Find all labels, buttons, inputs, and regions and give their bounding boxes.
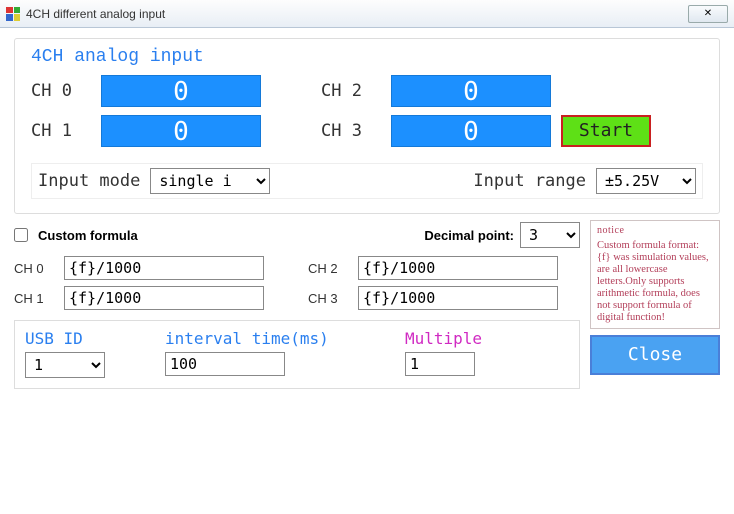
ch1-label: CH 1 bbox=[31, 121, 91, 141]
formula-ch2-label: CH 2 bbox=[308, 261, 350, 276]
formula-ch3-label: CH 3 bbox=[308, 291, 350, 306]
ch0-label: CH 0 bbox=[31, 81, 91, 101]
titlebar: 4CH different analog input ✕ bbox=[0, 0, 734, 28]
formula-ch1-label: CH 1 bbox=[14, 291, 56, 306]
decimal-point-label: Decimal point: bbox=[424, 228, 514, 243]
formula-ch0-input[interactable] bbox=[64, 256, 264, 280]
formula-ch0-label: CH 0 bbox=[14, 261, 56, 276]
group-title: 4CH analog input bbox=[31, 47, 703, 67]
ch2-label: CH 2 bbox=[321, 81, 381, 101]
interval-label: interval time(ms) bbox=[165, 329, 385, 348]
ch0-display: 0 bbox=[101, 75, 261, 107]
notice-box: notice Custom formula format: {f} was si… bbox=[590, 220, 720, 329]
input-mode-select[interactable]: single i bbox=[150, 168, 270, 194]
notice-title: notice bbox=[597, 225, 713, 237]
usb-id-select[interactable]: 1 bbox=[25, 352, 105, 378]
input-range-select[interactable]: ±5.25V bbox=[596, 168, 696, 194]
ch3-display: 0 bbox=[391, 115, 551, 147]
bottom-settings: USB ID interval time(ms) Multiple 1 bbox=[14, 320, 580, 389]
analog-input-group: 4CH analog input CH 0 0 CH 2 0 CH 1 0 CH… bbox=[14, 38, 720, 214]
input-range-label: Input range bbox=[473, 171, 586, 191]
formula-ch3-input[interactable] bbox=[358, 286, 558, 310]
ch2-display: 0 bbox=[391, 75, 551, 107]
interval-input[interactable] bbox=[165, 352, 285, 376]
ch1-display: 0 bbox=[101, 115, 261, 147]
notice-text: Custom formula format: {f} was simulatio… bbox=[597, 240, 713, 324]
decimal-point-select[interactable]: 3 bbox=[520, 222, 580, 248]
custom-formula-label: Custom formula bbox=[38, 228, 138, 243]
ch3-label: CH 3 bbox=[321, 121, 381, 141]
formula-ch2-input[interactable] bbox=[358, 256, 558, 280]
close-button[interactable]: Close bbox=[590, 335, 720, 375]
multiple-label: Multiple bbox=[405, 329, 545, 348]
window-title: 4CH different analog input bbox=[26, 7, 688, 21]
app-icon bbox=[6, 7, 20, 21]
custom-formula-checkbox[interactable] bbox=[14, 228, 28, 242]
formula-ch1-input[interactable] bbox=[64, 286, 264, 310]
start-button[interactable]: Start bbox=[561, 115, 651, 147]
input-mode-label: Input mode bbox=[38, 171, 140, 191]
window-close-button[interactable]: ✕ bbox=[688, 5, 728, 23]
usb-id-label: USB ID bbox=[25, 329, 145, 348]
multiple-input[interactable] bbox=[405, 352, 475, 376]
